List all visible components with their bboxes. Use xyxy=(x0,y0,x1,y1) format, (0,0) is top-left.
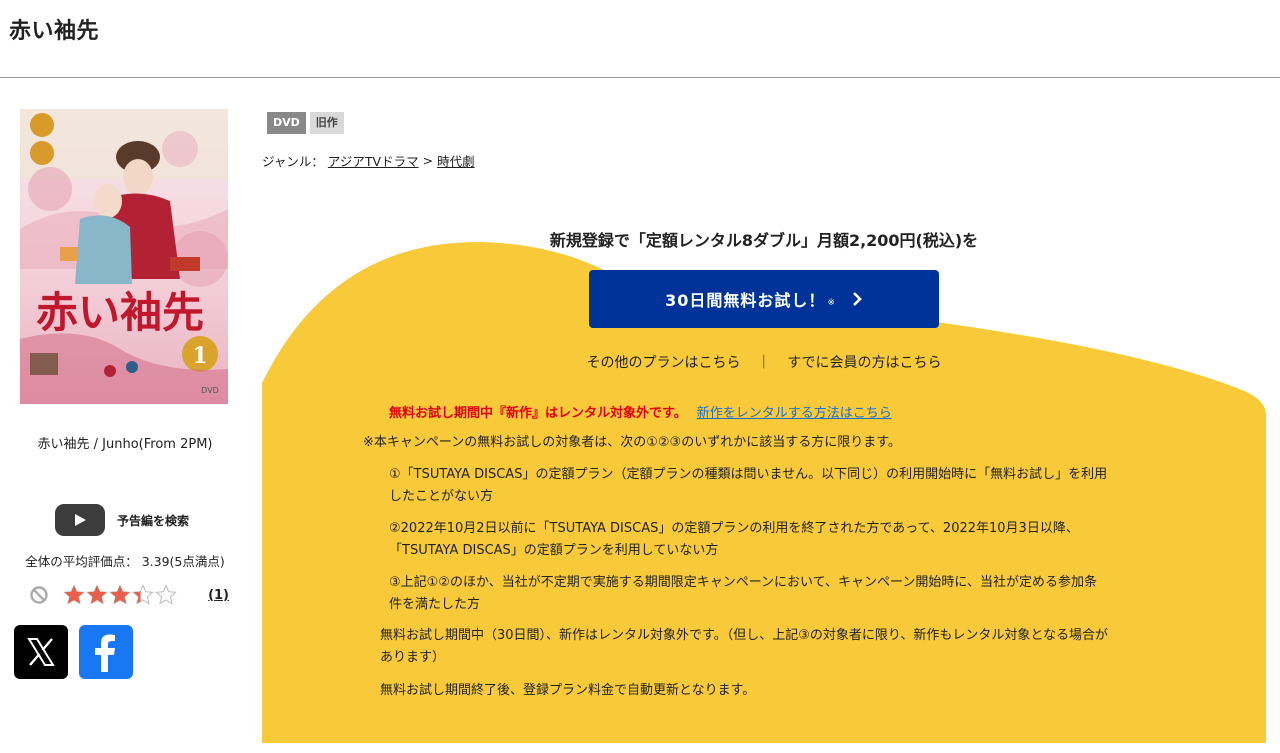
eligibility-intro: ※本キャンペーンの無料お試しの対象者は、次の①②③のいずれかに該当する方に限りま… xyxy=(363,435,901,450)
condition-3-line1: ③上記①②のほか、当社が不定期で実施する期間限定キャンペーンにおいて、キャンペー… xyxy=(389,575,1097,590)
plan-links: その他のプランはこちら ｜ すでに会員の方はこちら xyxy=(262,352,1266,372)
page-title: 赤い袖先 xyxy=(9,19,100,44)
genre-link-asian-tv-drama[interactable]: アジアTVドラマ xyxy=(328,151,419,170)
cover-image[interactable]: 赤い袖先 1 DVD xyxy=(20,109,228,404)
cover-caption: 赤い袖先 / Junho(From 2PM) xyxy=(37,437,213,452)
youtube-play-icon xyxy=(55,504,105,536)
condition-1-line1: ①「TSUTAYA DISCAS」の定額プラン（定額プランの種類は問いません。以… xyxy=(389,467,1108,482)
condition-1: ①「TSUTAYA DISCAS」の定額プラン（定額プランの種類は問いません。以… xyxy=(389,464,1107,508)
condition-2: ②2022年10月2日以前に「TSUTAYA DISCAS」の定額プランの利用を… xyxy=(389,518,1079,562)
badge-dvd: DVD xyxy=(267,112,306,134)
free-trial-button[interactable]: 30日間無料お試し！ ※ xyxy=(589,270,939,328)
badge-old-release: 旧作 xyxy=(309,112,344,134)
trial-period-note-line1: 無料お試し期間中（30日間）、新作はレンタル対象外です。（但し、上記③の対象者に… xyxy=(380,628,1108,643)
condition-3-line2: 件を満たした方 xyxy=(389,597,481,612)
promo-headline: 新規登録で「定額レンタル8ダブル」月額2,200円(税込)を xyxy=(549,231,979,250)
condition-2-line1: ②2022年10月2日以前に「TSUTAYA DISCAS」の定額プランの利用を… xyxy=(389,521,1079,536)
star-icon xyxy=(86,584,108,605)
chevron-right-icon xyxy=(851,291,863,307)
share-facebook-button[interactable] xyxy=(79,625,133,679)
star-icon xyxy=(109,584,131,605)
format-badges: DVD 旧作 xyxy=(267,112,344,134)
trailer-label: 予告編を検索 xyxy=(117,513,190,528)
condition-2-line2: 「TSUTAYA DISCAS」の定額プランを利用していない方 xyxy=(389,543,719,558)
new-release-rental-link[interactable]: 新作をレンタルする方法はこちら xyxy=(697,402,892,421)
other-plans-link[interactable]: その他のプランはこちら xyxy=(586,355,740,371)
prohibited-icon[interactable] xyxy=(29,585,49,605)
plan-links-separator: ｜ xyxy=(756,355,771,371)
share-x-button[interactable] xyxy=(14,625,68,679)
rating-row: (1) xyxy=(29,582,229,608)
star-icon xyxy=(132,584,154,605)
new-release-warning: 無料お試し期間中『新作』はレンタル対象外です。 xyxy=(389,406,687,421)
cover-vol-number: 1 xyxy=(192,343,207,369)
x-logo-icon xyxy=(27,638,55,666)
svg-text:DVD: DVD xyxy=(201,386,219,395)
star-rating xyxy=(63,584,177,606)
title-divider xyxy=(0,77,1280,78)
condition-3: ③上記①②のほか、当社が不定期で実施する期間限定キャンペーンにおいて、キャンペー… xyxy=(389,572,1097,616)
star-icon xyxy=(155,584,177,605)
genre-label: ジャンル： xyxy=(262,154,324,169)
star-icon xyxy=(63,584,85,605)
free-trial-note-mark: ※ xyxy=(827,298,835,308)
condition-1-line2: したことがない方 xyxy=(389,489,494,504)
trial-period-note: 無料お試し期間中（30日間）、新作はレンタル対象外です。（但し、上記③の対象者に… xyxy=(380,625,1108,669)
facebook-logo-icon xyxy=(95,634,115,672)
review-count-link[interactable]: (1) xyxy=(208,588,229,603)
cover-title-art: 赤い袖先 xyxy=(36,288,204,337)
member-login-link[interactable]: すでに会員の方はこちら xyxy=(787,355,941,371)
average-rating-text: 全体の平均評価点： 3.39(5点満点) xyxy=(25,554,225,569)
trailer-search-link[interactable]: 予告編を検索 xyxy=(55,504,189,536)
auto-renewal-note: 無料お試し期間終了後、登録プラン料金で自動更新となります。 xyxy=(380,683,756,698)
genre-separator: > xyxy=(422,153,434,168)
genre-breadcrumb: ジャンル： アジアTVドラマ > 時代劇 xyxy=(262,151,475,170)
free-trial-label: 30日間無料お試し！ xyxy=(665,291,826,310)
genre-link-historical[interactable]: 時代劇 xyxy=(437,151,475,170)
new-release-notice: 無料お試し期間中『新作』はレンタル対象外です。 新作をレンタルする方法はこちら xyxy=(389,402,892,421)
cover-art: 赤い袖先 1 DVD xyxy=(20,109,228,404)
trial-period-note-line2: あります） xyxy=(380,650,446,665)
